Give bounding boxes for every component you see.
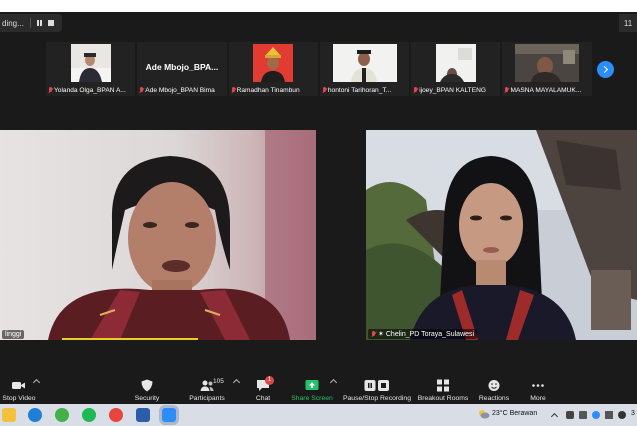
- smiley-icon: [488, 380, 500, 391]
- participant-label: ✶ Chelin_PD Toraya_Sulawesi: [368, 329, 478, 339]
- mic-muted-icon: [371, 330, 376, 338]
- participant-name: Ade Mbojo_BPAN Bima: [145, 87, 215, 94]
- participant-video: [253, 44, 294, 82]
- participants-label: Participants: [189, 395, 225, 402]
- pause-stop-recording-button[interactable]: Pause/Stop Recording: [342, 372, 412, 404]
- participant-thumbnail[interactable]: ijoey_BPAN KALTENG: [411, 42, 501, 96]
- green-app-icon[interactable]: [55, 408, 69, 422]
- recording-indicator[interactable]: ding...: [0, 14, 62, 32]
- volume-icon[interactable]: [605, 411, 613, 419]
- pin-icon: ✶: [378, 331, 384, 338]
- speaker-video-feed: [0, 130, 316, 340]
- participants-icon: [200, 380, 214, 391]
- share-screen-button[interactable]: Share Screen: [290, 372, 334, 404]
- divider: [29, 18, 31, 28]
- recording-label: ding...: [2, 18, 24, 28]
- participant-name: Ramadhan Tinambun: [236, 87, 300, 94]
- participant-video: [70, 44, 111, 82]
- cloud-sync-icon[interactable]: [618, 411, 626, 419]
- spotify-icon[interactable]: [82, 408, 96, 422]
- breakout-rooms-icon: [437, 379, 449, 392]
- clock-text[interactable]: 3: [631, 410, 635, 417]
- stop-video-label: Stop Video: [2, 395, 36, 402]
- participant-name: MASNA MAYALAMUK...: [510, 87, 582, 94]
- participant-video: [435, 44, 476, 82]
- more-dots-icon: [532, 384, 544, 387]
- participant-display-name: Ade Mbojo_BPA...: [145, 62, 219, 72]
- recording-controls-icon: [364, 380, 389, 391]
- participant-thumbnail[interactable]: Ade Mbojo_BPA... Ade Mbojo_BPAN Bima: [137, 42, 227, 96]
- participant-thumbnail[interactable]: MASNA MAYALAMUK...: [502, 42, 592, 96]
- chat-unread-badge: 1: [265, 376, 274, 385]
- zoom-app-icon[interactable]: [162, 408, 176, 422]
- mic-muted-icon: [322, 87, 327, 94]
- mic-muted-icon: [231, 87, 236, 94]
- participant-name: Yolanda Olga_BPAN A...: [54, 87, 126, 94]
- participant-label: linggi: [2, 330, 25, 339]
- weather-text[interactable]: 23°C Berawan: [492, 410, 537, 417]
- participant-video-right[interactable]: ✶ Chelin_PD Toraya_Sulawesi: [366, 130, 637, 340]
- security-label: Security: [134, 395, 160, 402]
- chrome-icon[interactable]: [109, 408, 123, 422]
- mic-muted-icon: [504, 87, 509, 94]
- shield-icon: [141, 379, 153, 392]
- mic-muted-icon: [413, 87, 418, 94]
- participants-button[interactable]: Participants: [185, 372, 229, 404]
- stop-recording-icon[interactable]: [47, 20, 54, 26]
- participant-thumbnail[interactable]: hontoni Tarihoran_T...: [319, 42, 410, 96]
- participant-thumbnail[interactable]: Yolanda Olga_BPAN A...: [46, 42, 136, 96]
- reactions-button[interactable]: Reactions: [478, 372, 510, 404]
- breakout-rooms-button[interactable]: Breakout Rooms: [418, 372, 468, 404]
- pause-stop-recording-label: Pause/Stop Recording: [342, 395, 411, 402]
- participant-video: [515, 44, 580, 82]
- edge-browser-icon[interactable]: [28, 408, 42, 422]
- participant-name: linggi: [5, 331, 22, 338]
- active-speaker-indicator: [62, 338, 198, 340]
- wifi-icon[interactable]: [592, 411, 600, 419]
- stop-video-button[interactable]: Stop Video: [0, 372, 38, 404]
- mic-muted-icon: [48, 87, 53, 94]
- battery-icon[interactable]: [579, 411, 587, 419]
- next-page-button[interactable]: [597, 61, 614, 78]
- windows-taskbar: 23°C Berawan 3: [0, 404, 637, 426]
- zoom-meeting-window: ding... 11 Yolanda Olga_BPAN A... Ade Mb…: [0, 0, 637, 426]
- pause-recording-icon[interactable]: [36, 20, 42, 26]
- more-label: More: [530, 395, 546, 402]
- participants-count: 105: [213, 378, 224, 385]
- speaker-video-left[interactable]: linggi: [0, 130, 316, 340]
- network-icon[interactable]: [566, 411, 574, 419]
- more-button[interactable]: More: [526, 372, 550, 404]
- share-screen-icon: [305, 380, 319, 390]
- participant-thumbnail-strip: Yolanda Olga_BPAN A... Ade Mbojo_BPA... …: [46, 42, 594, 96]
- participant-thumbnail[interactable]: Ramadhan Tinambun: [228, 42, 318, 96]
- security-button[interactable]: Security: [130, 372, 164, 404]
- view-options-badge[interactable]: 11: [619, 14, 637, 32]
- participant-name: Chelin_PD Toraya_Sulawesi: [385, 330, 475, 338]
- reactions-label: Reactions: [478, 395, 510, 402]
- participant-name: hontoni Tarihoran_T...: [327, 87, 392, 94]
- meeting-toolbar: Stop Video Security Participants 105 Cha…: [0, 372, 637, 404]
- video-camera-icon: [12, 382, 25, 389]
- participant-name: ijoey_BPAN KALTENG: [419, 87, 487, 94]
- photos-app-icon[interactable]: [136, 408, 150, 422]
- tray-overflow-chevron-icon[interactable]: [550, 412, 559, 421]
- share-screen-label: Share Screen: [291, 395, 333, 402]
- cloudy-weather-icon: [479, 410, 490, 419]
- participant-video: [332, 44, 397, 82]
- participant-video-feed: [366, 130, 637, 340]
- breakout-rooms-label: Breakout Rooms: [417, 395, 469, 402]
- mic-muted-icon: [139, 87, 144, 94]
- window-top-bar: [0, 0, 637, 12]
- participants-options-caret[interactable]: [232, 378, 241, 387]
- file-explorer-icon[interactable]: [2, 408, 16, 422]
- chat-label: Chat: [255, 395, 271, 402]
